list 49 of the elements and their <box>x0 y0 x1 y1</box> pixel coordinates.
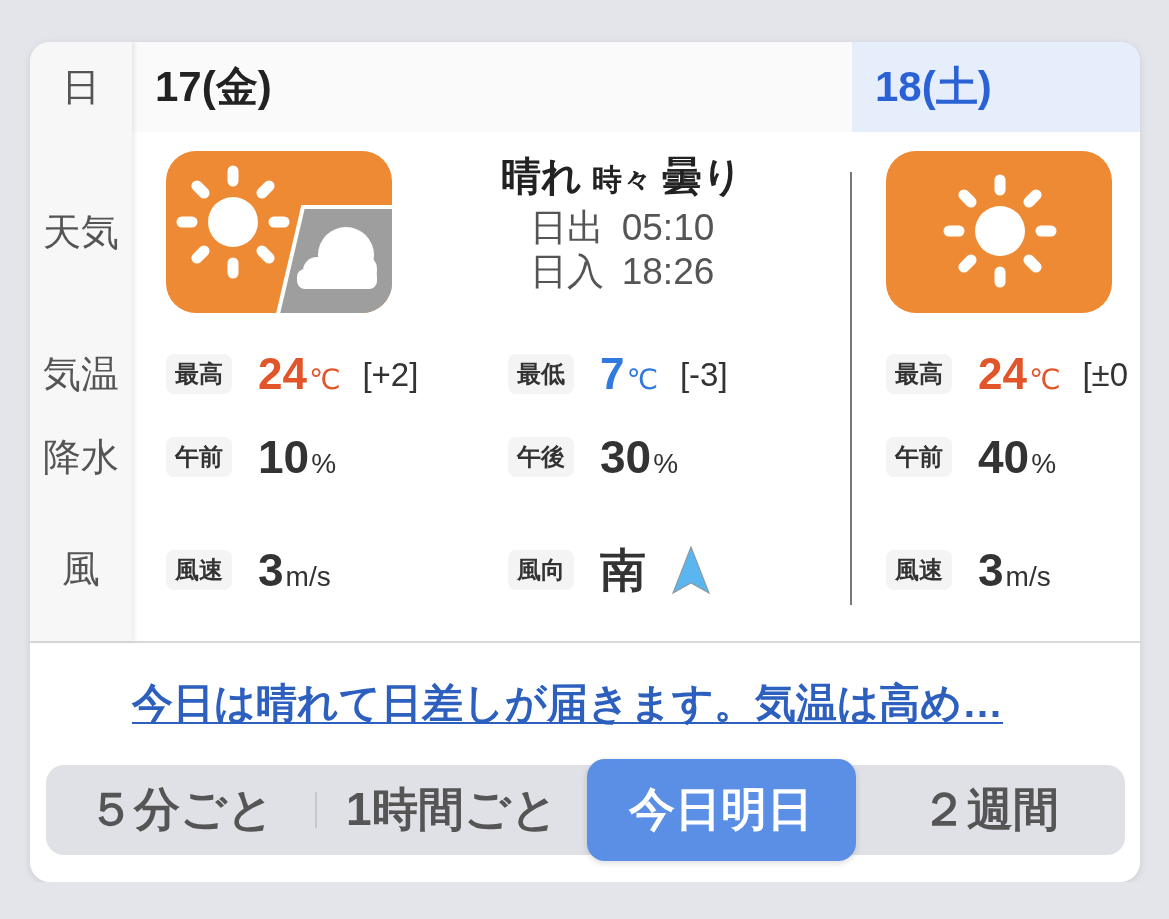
metric-value: 3 <box>258 546 284 593</box>
row-label: 気温 <box>43 351 119 397</box>
metric-label: 午前 <box>886 437 952 477</box>
period-tab[interactable]: 1時間ごと <box>317 765 587 855</box>
row-label: 日 <box>62 64 100 110</box>
row-label: 降水 <box>43 434 119 480</box>
sun-and-cloud-icon <box>166 151 392 313</box>
arrow-icon <box>672 545 710 594</box>
row-label: 風 <box>62 547 100 592</box>
metric-label: 風速 <box>886 549 952 590</box>
metric-value: 40 <box>978 434 1030 480</box>
period-tab[interactable]: 今日明日 <box>586 759 856 861</box>
metric-value: 24 <box>978 352 1027 396</box>
period-tab[interactable]: ２週間 <box>855 765 1125 855</box>
sun-time: 05:10 <box>621 206 715 250</box>
sun-time: 18:26 <box>621 250 715 295</box>
row-label: 天気 <box>43 209 119 255</box>
metric-label: 風向 <box>508 549 574 590</box>
metric-unit: ℃ <box>626 366 658 394</box>
temperature-difference: [-3] <box>679 357 728 391</box>
metric-value: 10 <box>258 434 310 480</box>
metric-value: 3 <box>978 546 1004 593</box>
metric-label: 午前 <box>166 437 232 477</box>
metric-value: 30 <box>600 434 652 480</box>
metric-unit: m/s <box>1005 562 1051 591</box>
sun-time-label: 日入 <box>529 250 604 295</box>
metric-unit: ℃ <box>308 366 341 394</box>
metric-value: 24 <box>258 352 307 396</box>
metric-unit: ℃ <box>1028 366 1061 394</box>
metric-label: 最低 <box>508 354 574 394</box>
forecast-summary-link[interactable]: 今日は晴れて日差しが届きます。気温は高め… <box>132 679 1003 727</box>
temperature-difference: [±0 <box>1082 357 1129 391</box>
metric-label: 最高 <box>886 354 952 394</box>
temperature-difference: [+2] <box>362 357 419 391</box>
metric-unit: % <box>311 450 337 478</box>
day-date: 17(金) <box>155 62 272 112</box>
weather-summary: 晴れ 時々 曇り <box>501 154 743 198</box>
period-tab[interactable]: ５分ごと <box>46 765 316 855</box>
metric-label: 風速 <box>166 549 232 590</box>
metric-value: 7 <box>600 352 625 396</box>
metric-unit: m/s <box>285 562 331 591</box>
metric-unit: % <box>653 450 679 478</box>
sun-time-label: 日出 <box>529 206 604 250</box>
metric-label: 午後 <box>508 437 574 477</box>
metric-value: 南 <box>600 546 646 593</box>
sun-icon <box>886 151 1112 313</box>
metric-unit: % <box>1031 450 1057 478</box>
day-date: 18(土) <box>875 62 992 112</box>
metric-label: 最高 <box>166 354 232 394</box>
